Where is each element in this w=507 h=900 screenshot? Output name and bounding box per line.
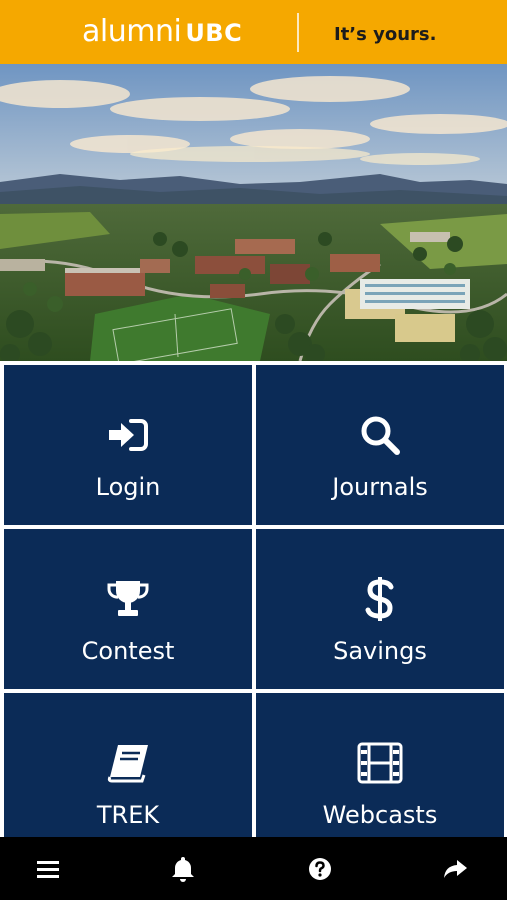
contest-tile[interactable]: Contest (4, 529, 252, 689)
contest-label: Contest (81, 637, 175, 665)
hero-campus-image (0, 64, 507, 361)
notifications-button[interactable] (169, 855, 197, 883)
help-icon (309, 858, 331, 880)
book-icon (4, 741, 252, 785)
share-button[interactable] (441, 855, 469, 883)
sign-in-icon (4, 413, 252, 457)
webcasts-tile[interactable]: Webcasts (256, 693, 504, 837)
trek-label: TREK (96, 801, 160, 829)
main-menu-grid: Login Journals Contest Savings TREK Webc… (0, 361, 507, 837)
login-label: Login (95, 473, 161, 501)
webcasts-label: Webcasts (322, 801, 438, 829)
journals-tile[interactable]: Journals (256, 365, 504, 525)
menu-icon (37, 861, 59, 878)
savings-tile[interactable]: Savings (256, 529, 504, 689)
journals-label: Journals (332, 473, 428, 501)
header-tagline: It’s yours. (334, 24, 437, 45)
trek-tile[interactable]: TREK (4, 693, 252, 837)
film-icon (256, 741, 504, 785)
login-tile[interactable]: Login (4, 365, 252, 525)
app-header: alumni UBC It’s yours. (0, 0, 507, 64)
savings-label: Savings (333, 637, 427, 665)
help-button[interactable] (306, 855, 334, 883)
dollar-icon (256, 577, 504, 621)
logo-alumni-text: alumni (82, 14, 182, 49)
bell-icon (172, 857, 194, 882)
logo-ubc-text: UBC (185, 19, 243, 47)
bottom-toolbar (0, 837, 507, 900)
alumni-ubc-logo: alumni UBC (82, 14, 242, 50)
header-divider (297, 13, 299, 52)
trophy-icon (4, 577, 252, 621)
share-icon (444, 860, 467, 878)
menu-button[interactable] (34, 855, 62, 883)
search-icon (256, 413, 504, 457)
